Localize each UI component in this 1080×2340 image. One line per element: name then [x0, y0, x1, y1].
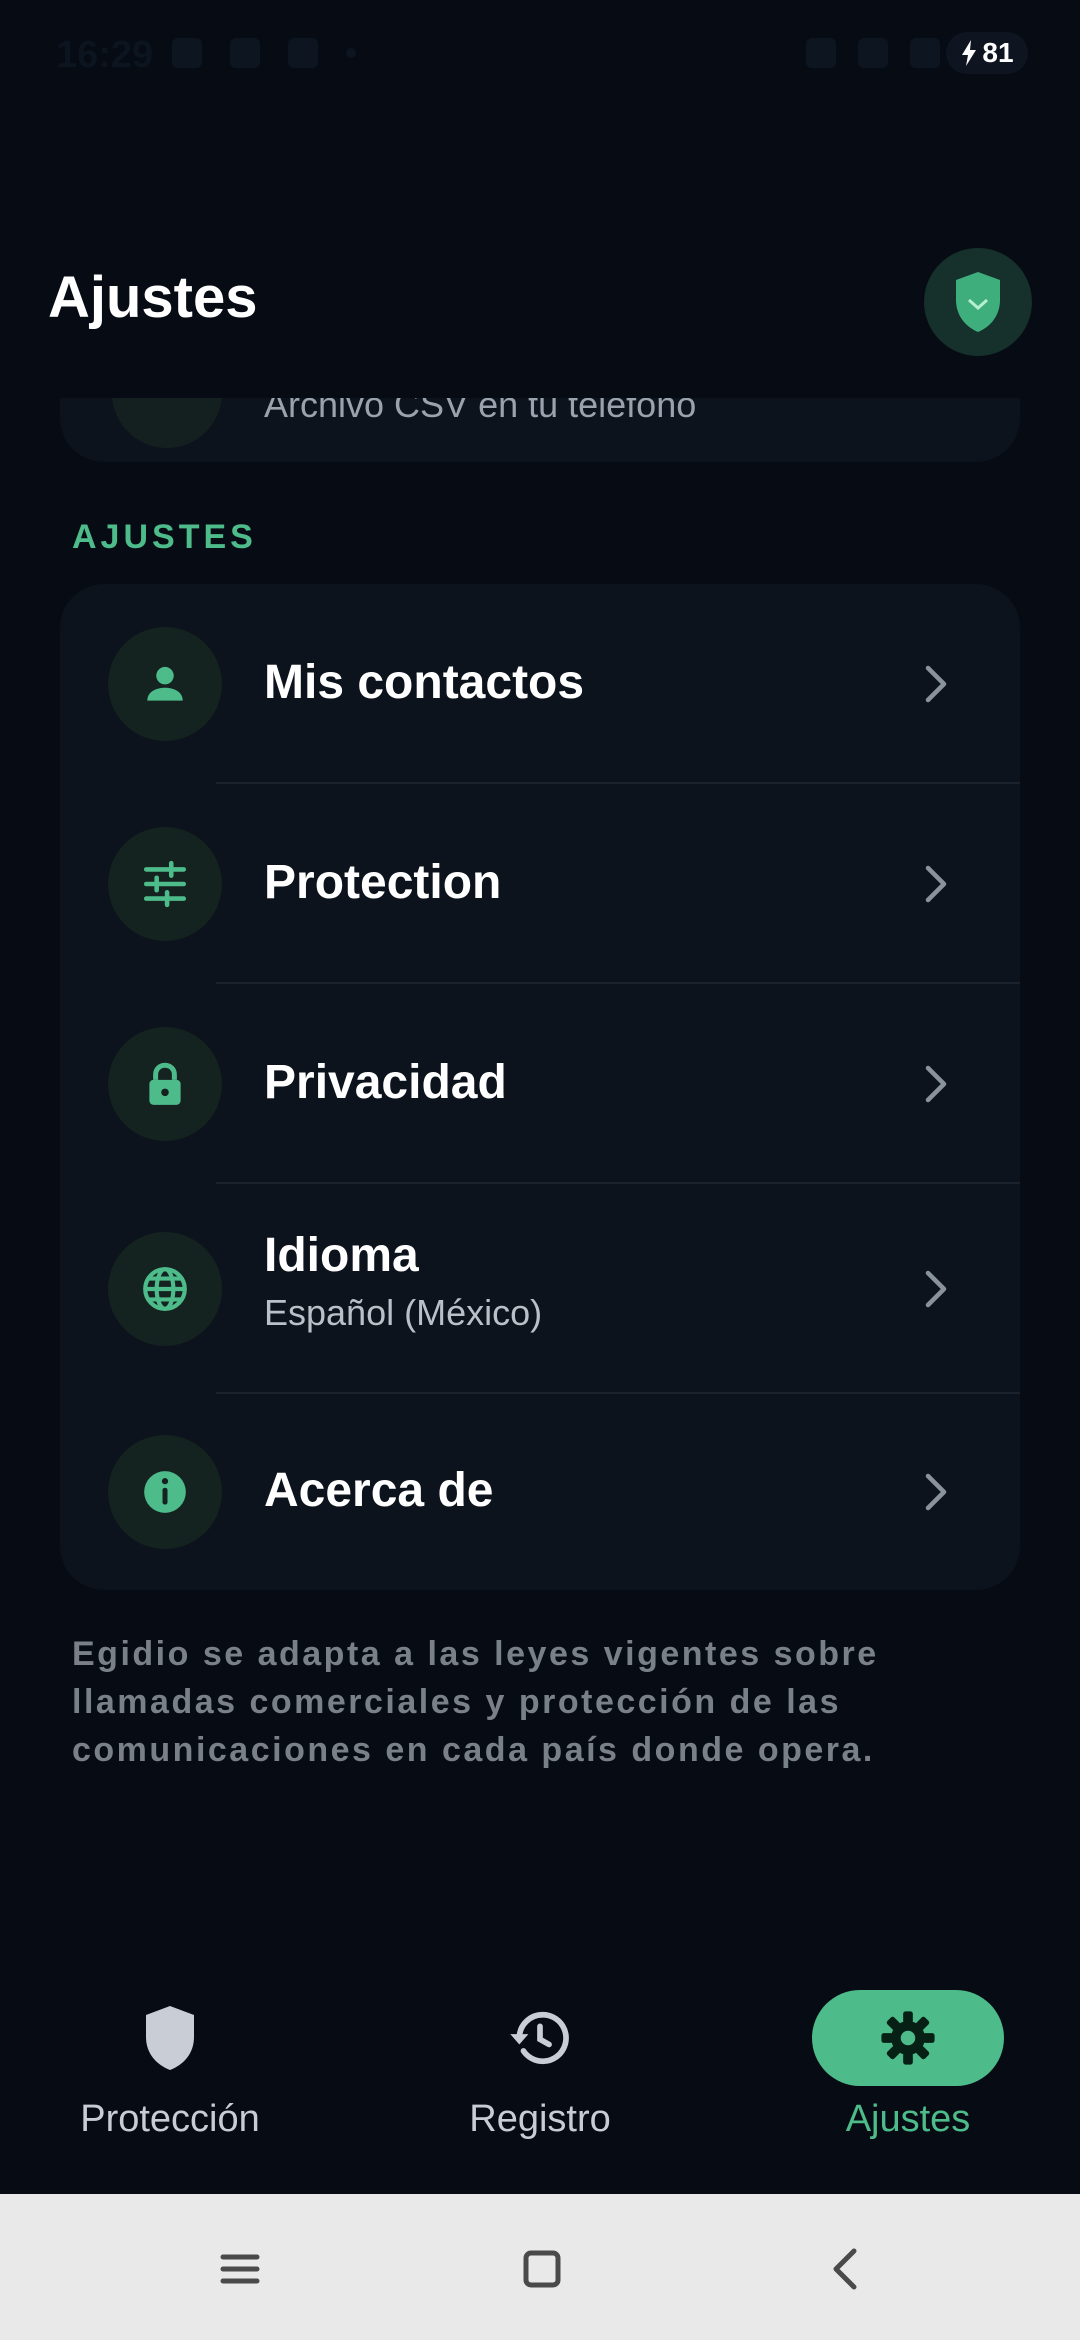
back-button[interactable] — [810, 2234, 880, 2304]
settings-item-label: Protection — [264, 856, 502, 909]
settings-item-icon — [108, 1027, 222, 1141]
settings-item-protection[interactable]: Protection — [60, 784, 1020, 984]
settings-item-icon — [108, 1232, 222, 1346]
export-card[interactable]: Archivo CSV en tu teléfono — [60, 398, 1020, 462]
chevron-right-icon — [925, 1473, 947, 1511]
person-icon — [147, 666, 183, 701]
nav-tab-settings[interactable]: Ajustes — [758, 1960, 1058, 2160]
square-icon — [523, 2250, 561, 2288]
system-navigation-bar — [0, 2194, 1080, 2340]
chevron-right-icon — [925, 1065, 947, 1103]
screenshot-icon — [288, 38, 318, 68]
protection-status-button[interactable] — [924, 248, 1032, 356]
settings-item-icon — [108, 827, 222, 941]
home-button[interactable] — [507, 2234, 577, 2304]
nav-icon-container — [444, 1990, 636, 2086]
gear-icon — [881, 2011, 935, 2065]
export-icon — [112, 398, 222, 448]
shield-icon — [146, 2006, 194, 2070]
bottom-navigation: Protección Registro Ajustes — [0, 1960, 1080, 2194]
battery-level: 81 — [982, 37, 1014, 68]
page-title: Ajustes — [48, 265, 258, 330]
menu-icon — [220, 2254, 260, 2284]
status-system-icons — [806, 38, 940, 68]
usb-icon — [230, 38, 260, 68]
history-icon — [510, 2011, 569, 2065]
nav-icon-container — [74, 1990, 266, 2086]
signal-icon — [910, 38, 940, 68]
battery-indicator: 81 — [946, 32, 1028, 74]
settings-item-about[interactable]: Acerca de — [60, 1394, 1020, 1590]
volte-icon — [858, 38, 888, 68]
settings-item-privacy[interactable]: Privacidad — [60, 984, 1020, 1184]
more-notifications-icon — [346, 48, 356, 58]
nav-label: Protección — [80, 2098, 260, 2140]
settings-item-value: Español (México) — [264, 1292, 543, 1333]
nav-label: Ajustes — [845, 2098, 971, 2140]
settings-list: Mis contactos Protection Privacidad Idio… — [60, 584, 1020, 1590]
chevron-right-icon — [925, 665, 947, 703]
settings-item-language[interactable]: Idioma Español (México) — [60, 1184, 1020, 1394]
settings-item-contacts[interactable]: Mis contactos — [60, 584, 1020, 784]
chevron-right-icon — [925, 865, 947, 903]
settings-item-label: Mis contactos — [264, 656, 585, 709]
status-time: 16:29 — [56, 34, 154, 76]
status-notification-icons — [172, 38, 356, 68]
section-header: AJUSTES — [72, 518, 257, 556]
nav-icon-container — [812, 1990, 1004, 2086]
nav-tab-history[interactable]: Registro — [390, 1960, 690, 2160]
globe-icon — [143, 1267, 187, 1311]
tune-icon — [143, 860, 187, 908]
nav-label: Registro — [469, 2098, 611, 2140]
settings-item-icon — [108, 627, 222, 741]
lock-icon — [149, 1062, 181, 1105]
charging-bolt-icon — [962, 40, 977, 66]
settings-item-label: Privacidad — [264, 1056, 507, 1109]
settings-item-icon — [108, 1435, 222, 1549]
status-bar: 16:29 81 — [0, 0, 1080, 110]
hotspot-icon — [806, 38, 836, 68]
location-icon — [172, 38, 202, 68]
shield-check-icon — [956, 272, 1000, 332]
settings-item-label: Idioma — [264, 1229, 419, 1282]
nav-tab-protection[interactable]: Protección — [20, 1960, 320, 2160]
settings-item-label: Acerca de — [264, 1464, 494, 1517]
export-subtitle: Archivo CSV en tu teléfono — [264, 398, 697, 425]
recent-apps-button[interactable] — [205, 2234, 275, 2304]
chevron-right-icon — [925, 1270, 947, 1308]
info-icon — [144, 1471, 186, 1513]
back-arrow-icon — [833, 2248, 857, 2290]
legal-note: Egidio se adapta a las leyes vigentes so… — [72, 1635, 879, 1769]
